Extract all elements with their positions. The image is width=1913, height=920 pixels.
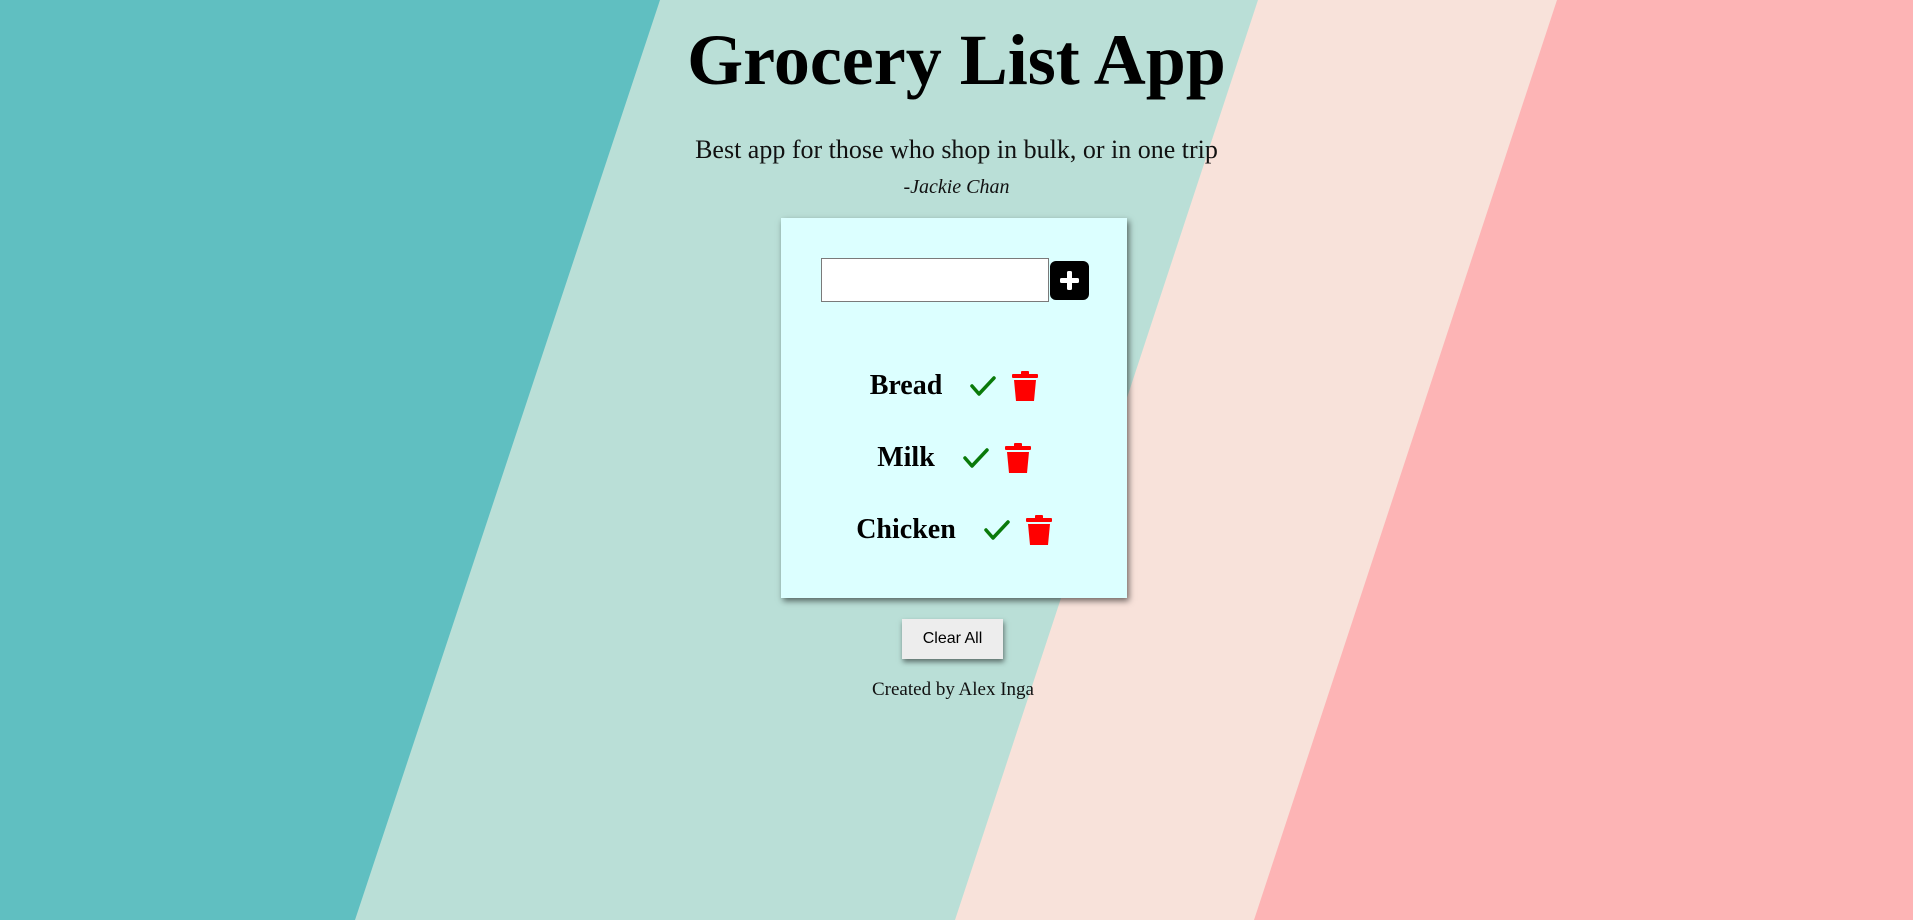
trash-icon[interactable] (1025, 515, 1052, 545)
item-name: Milk (877, 442, 935, 473)
tagline: Best app for those who shop in bulk, or … (695, 135, 1218, 164)
grocery-list-card: Bread Milk Chicken (781, 218, 1127, 598)
plus-icon (1060, 271, 1079, 290)
page-title: Grocery List App (687, 20, 1226, 100)
checkmark-icon[interactable] (982, 515, 1012, 545)
grocery-items-list: Bread Milk Chicken (781, 350, 1127, 566)
trash-icon[interactable] (1004, 443, 1031, 473)
checkmark-icon[interactable] (961, 443, 991, 473)
quote-author: -Jackie Chan (903, 176, 1010, 198)
item-name: Bread (869, 370, 943, 401)
add-item-button[interactable] (1050, 261, 1089, 300)
footer-credit: Created by Alex Inga (872, 679, 1034, 700)
list-item: Milk (781, 422, 1127, 494)
list-item: Chicken (781, 494, 1127, 566)
trash-icon[interactable] (1012, 371, 1039, 401)
list-item: Bread (781, 350, 1127, 422)
checkmark-icon[interactable] (968, 371, 998, 401)
page-content: Grocery List App Best app for those who … (0, 0, 1913, 920)
item-name: Chicken (856, 514, 956, 545)
new-item-input[interactable] (821, 258, 1049, 302)
clear-all-button[interactable]: Clear All (902, 619, 1003, 659)
